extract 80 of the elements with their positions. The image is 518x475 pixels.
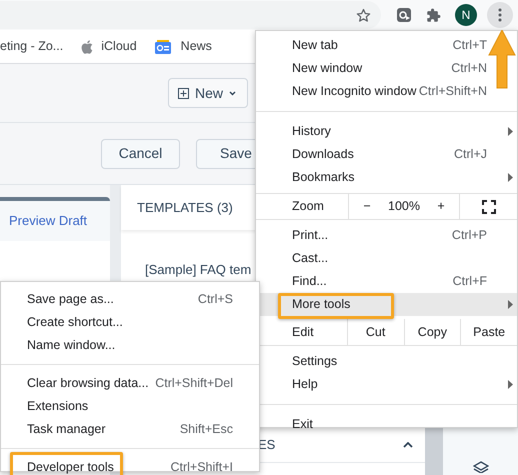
shortcut-text: Ctrl+T — [452, 37, 487, 54]
bookmark-link[interactable]: iCloud — [101, 37, 137, 56]
menu-item-label: Extensions — [27, 398, 88, 416]
edit-action-button[interactable]: Copy — [404, 319, 460, 345]
profile-avatar[interactable]: N — [455, 4, 477, 26]
menu-item-label: Downloads — [292, 146, 354, 164]
edit-action-button[interactable]: Paste — [460, 319, 518, 345]
new-button[interactable]: New — [168, 78, 248, 108]
edit-action-button[interactable]: Cut — [346, 319, 404, 345]
menu-item-label: New window — [292, 60, 362, 78]
menu-item-label: Bookmarks — [292, 169, 355, 186]
apple-icon — [81, 40, 94, 54]
submenu-arrow-icon — [508, 300, 513, 309]
menu-button[interactable] — [487, 2, 513, 28]
menu-item[interactable]: Save page as... Ctrl+S — [1, 288, 259, 311]
bookmark-link[interactable]: News — [180, 37, 212, 56]
menu-item[interactable]: Name window... — [1, 334, 259, 357]
menu-item[interactable]: Cast... — [256, 247, 517, 270]
menu-item-label: Settings — [292, 353, 338, 370]
layers-icon[interactable] — [472, 461, 488, 473]
extension-icon[interactable] — [396, 7, 412, 23]
menu-item-label: Print... — [292, 227, 328, 244]
shortcut-text: Ctrl+P — [452, 227, 488, 244]
menu-item-label: More tools — [292, 296, 350, 314]
shortcut-text: Ctrl+J — [454, 146, 488, 164]
fullscreen-icon[interactable] — [482, 200, 496, 214]
zoom-out-button[interactable]: − — [349, 197, 385, 216]
menu-item-label: Find... — [292, 273, 327, 290]
news-icon — [154, 40, 171, 54]
menu-item-label: Clear browsing data... — [27, 375, 149, 392]
menu-item[interactable]: New window Ctrl+N — [256, 57, 487, 80]
cancel-button[interactable]: Cancel — [101, 138, 180, 168]
more-vertical-icon — [498, 8, 502, 22]
chevron-down-icon — [229, 90, 236, 96]
menu-item-label: Zoom — [291, 198, 325, 216]
menu-item[interactable]: Find... Ctrl+F — [256, 270, 517, 293]
submenu-arrow-icon — [508, 127, 513, 136]
submenu-arrow-icon — [508, 380, 513, 389]
menu-item-label: New tab — [292, 37, 338, 54]
puzzle-icon[interactable] — [426, 8, 441, 22]
menu-item[interactable]: Settings — [256, 350, 517, 373]
shortcut-text: Ctrl+N — [451, 60, 487, 78]
menu-item-label: Create shortcut... — [27, 314, 123, 332]
menu-item[interactable]: Print... Ctrl+P — [256, 224, 517, 247]
menu-item[interactable]: Exit — [256, 413, 517, 436]
menu-item[interactable]: Task manager Shift+Esc — [1, 418, 259, 441]
menu-item[interactable]: New tab Ctrl+T — [256, 34, 487, 57]
submenu-arrow-icon — [508, 173, 513, 182]
shortcut-text: Ctrl+Shift+I — [170, 459, 234, 475]
menu-item[interactable]: Developer tools Ctrl+Shift+I — [1, 456, 259, 475]
menu-item[interactable]: Help — [256, 373, 517, 396]
menu-item-label: Edit — [291, 324, 315, 341]
menu-item-label: Task manager — [27, 421, 106, 438]
plus-box-icon — [178, 88, 189, 98]
menu-item[interactable]: Create shortcut... — [1, 311, 259, 334]
shortcut-text: Ctrl+F — [452, 273, 488, 290]
menu-item[interactable]: New Incognito window Ctrl+Shift+N — [256, 80, 517, 103]
menu-item-label: New Incognito window — [292, 83, 416, 100]
star-icon[interactable] — [356, 8, 371, 22]
menu-item[interactable]: Bookmarks — [256, 166, 517, 189]
menu-item[interactable]: Extensions — [1, 395, 259, 418]
menu-item-label: History — [292, 123, 331, 140]
templates-heading: TEMPLATES (3) — [137, 198, 233, 217]
chevron-up-icon[interactable] — [403, 442, 413, 448]
menu-item-label: Save page as... — [27, 291, 114, 308]
zoom-level: 100% — [387, 198, 421, 216]
menu-item-label: Exit — [292, 416, 313, 434]
menu-item-label: Cast... — [292, 250, 328, 268]
shortcut-text: Ctrl+Shift+Del — [155, 375, 234, 392]
menu-item[interactable]: Clear browsing data... Ctrl+Shift+Del — [1, 372, 259, 395]
menu-item-label: Developer tools — [27, 459, 114, 475]
pointer-arrow — [488, 30, 516, 90]
menu-item-label: Name window... — [27, 337, 116, 354]
shortcut-text: Ctrl+S — [198, 291, 234, 308]
shortcut-text: Ctrl+Shift+N — [418, 83, 488, 100]
menu-item-label: Help — [292, 376, 318, 394]
bookmark-link[interactable]: eting - Zo... — [0, 37, 64, 56]
zoom-in-button[interactable]: + — [423, 197, 459, 216]
shortcut-text: Shift+Esc — [180, 421, 234, 438]
template-item[interactable]: [Sample] FAQ tem — [145, 262, 252, 277]
